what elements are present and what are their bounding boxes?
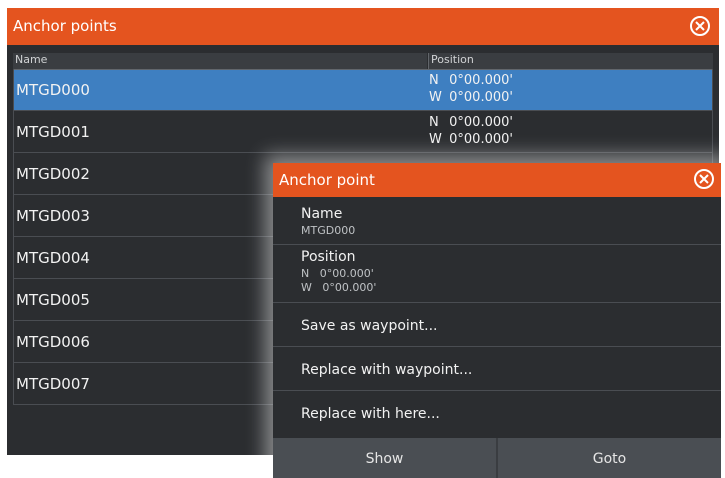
row-name: MTGD002 xyxy=(16,165,90,183)
position-latitude: N 0°00.000' xyxy=(301,267,374,280)
close-icon[interactable] xyxy=(694,169,714,189)
dialog-titlebar: Anchor point xyxy=(273,163,721,197)
table-row[interactable]: MTGD000 N 0°00.000' W 0°00.000' xyxy=(13,70,713,111)
anchor-points-titlebar: Anchor points xyxy=(7,8,719,45)
position-longitude: W 0°00.000' xyxy=(301,281,377,294)
name-label: Name xyxy=(301,206,343,222)
row-name: MTGD001 xyxy=(16,123,90,141)
row-name: MTGD005 xyxy=(16,291,90,309)
row-name: MTGD003 xyxy=(16,207,90,225)
name-value: MTGD000 xyxy=(301,224,356,237)
option-label: Replace with waypoint... xyxy=(301,362,473,378)
anchor-point-dialog: Anchor point Name MTGD000 Position N 0°0… xyxy=(273,163,721,478)
window-title: Anchor points xyxy=(13,17,117,35)
replace-with-here-option[interactable]: Replace with here... xyxy=(273,391,721,438)
dialog-title: Anchor point xyxy=(279,171,375,189)
column-header-position[interactable]: Position xyxy=(428,53,713,69)
save-as-waypoint-option[interactable]: Save as waypoint... xyxy=(273,303,721,347)
dialog-button-bar: Show Goto xyxy=(273,438,721,478)
option-label: Save as waypoint... xyxy=(301,318,438,334)
goto-button[interactable]: Goto xyxy=(498,438,721,478)
name-field[interactable]: Name MTGD000 xyxy=(273,197,721,245)
row-position: N 0°00.000' W 0°00.000' xyxy=(429,115,513,147)
option-label: Replace with here... xyxy=(301,406,440,422)
row-name: MTGD007 xyxy=(16,375,90,393)
table-row[interactable]: MTGD001 N 0°00.000' W 0°00.000' xyxy=(13,112,713,153)
row-name: MTGD004 xyxy=(16,249,90,267)
table-left-border xyxy=(13,69,14,405)
row-name: MTGD006 xyxy=(16,333,90,351)
row-position: N 0°00.000' W 0°00.000' xyxy=(429,73,513,105)
replace-with-waypoint-option[interactable]: Replace with waypoint... xyxy=(273,347,721,391)
show-button[interactable]: Show xyxy=(273,438,496,478)
row-name: MTGD000 xyxy=(16,81,90,99)
close-icon[interactable] xyxy=(690,16,710,36)
column-header-name[interactable]: Name xyxy=(13,53,427,69)
position-field[interactable]: Position N 0°00.000' W 0°00.000' xyxy=(273,245,721,303)
position-label: Position xyxy=(301,249,356,265)
